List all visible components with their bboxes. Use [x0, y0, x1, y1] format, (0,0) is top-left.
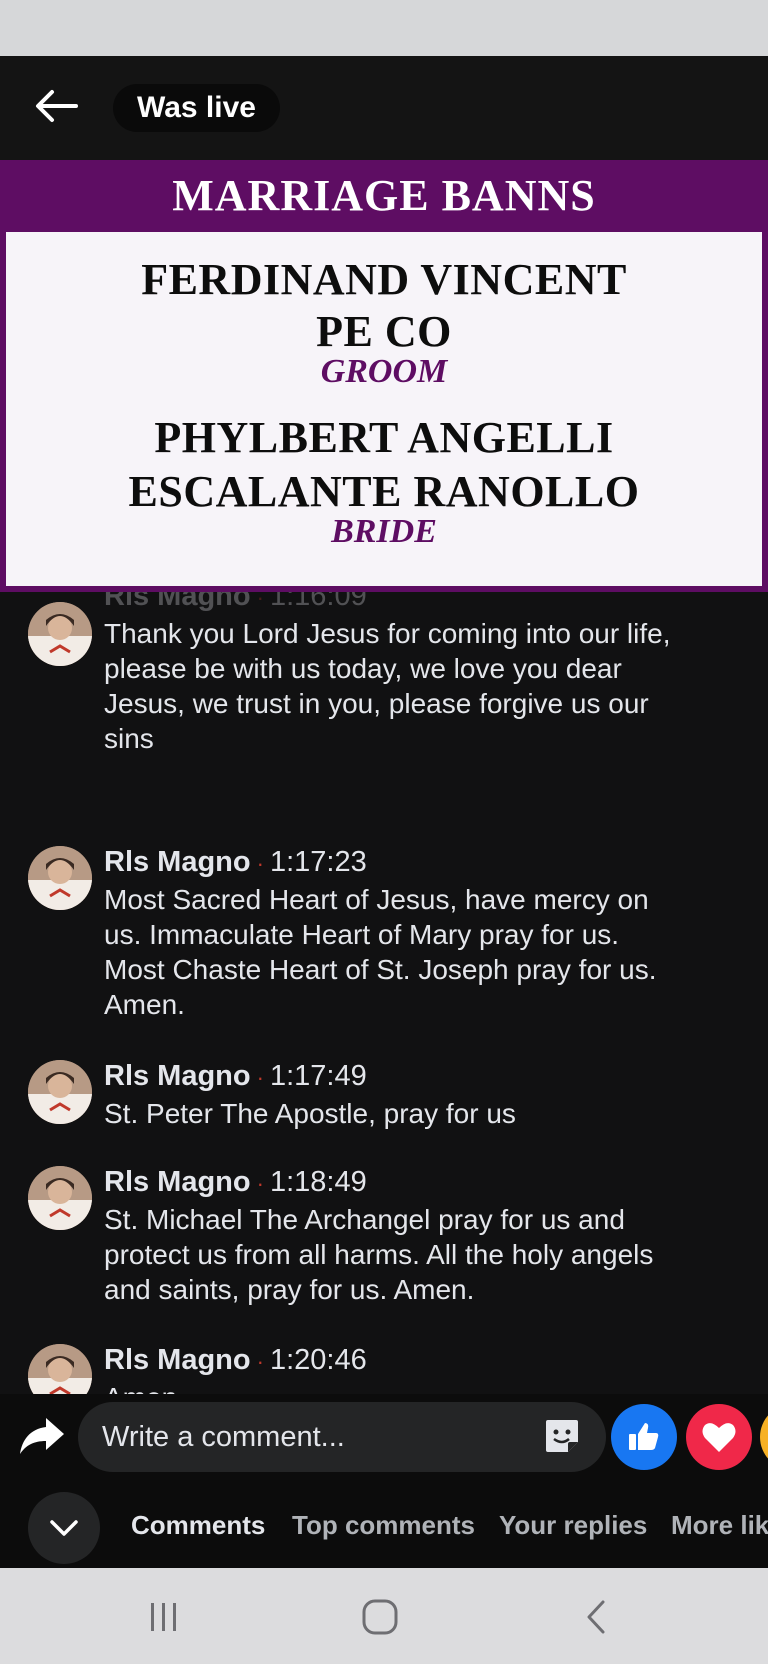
tab-top-comments[interactable]: Top comments — [292, 1482, 475, 1568]
love-reaction-button[interactable] — [686, 1404, 752, 1470]
avatar[interactable] — [28, 1060, 92, 1124]
top-bar: Was live — [0, 56, 768, 160]
comment-composer: Write a comment... — [0, 1394, 768, 1482]
recent-apps-icon — [151, 1603, 176, 1631]
sticker-icon — [546, 1420, 578, 1452]
video-frame-marriage-banns[interactable]: MARRIAGE BANNS FERDINAND VINCENT PE CO G… — [0, 160, 768, 592]
comment-filter-tabs: Comments Top comments Your replies More … — [0, 1482, 768, 1568]
share-button[interactable] — [18, 1414, 66, 1458]
back-button[interactable] — [28, 80, 84, 132]
comments-list[interactable]: Rls Magno · 1:16:09 Thank you Lord Jesus f… — [0, 592, 768, 1454]
was-live-label: Was live — [137, 91, 256, 124]
comment-author[interactable]: Rls Magno — [104, 1166, 251, 1198]
comment-time[interactable]: 1:17:49 — [270, 1060, 367, 1092]
collapse-button[interactable] — [28, 1492, 100, 1564]
comment-time[interactable]: 1:16:09 — [270, 592, 367, 612]
separator-dot: · — [256, 851, 264, 876]
separator-dot: · — [256, 592, 264, 610]
avatar[interactable] — [28, 1166, 92, 1230]
back-arrow-icon — [36, 90, 78, 122]
banner-names-card: FERDINAND VINCENT PE CO GROOM PHYLBERT A… — [6, 232, 762, 586]
nav-back-icon — [587, 1600, 605, 1634]
recent-apps-button[interactable] — [134, 1590, 194, 1644]
comment-author[interactable]: Rls Magno — [104, 1060, 251, 1092]
home-icon — [362, 1599, 398, 1635]
comment-input[interactable]: Write a comment... — [78, 1402, 606, 1472]
comment-author[interactable]: Rls Magno — [104, 846, 251, 878]
comment-text: St. Peter The Apostle, pray for us — [104, 1098, 516, 1129]
comment-text: Thank you Lord Jesus for coming into our… — [104, 618, 671, 754]
tab-comments[interactable]: Comments — [131, 1482, 265, 1568]
comment-input-placeholder: Write a comment... — [102, 1420, 345, 1453]
tab-more-like[interactable]: More like — [671, 1482, 768, 1568]
comment-time[interactable]: 1:20:46 — [270, 1344, 367, 1376]
separator-dot: · — [256, 1065, 264, 1090]
comment-time[interactable]: 1:18:49 — [270, 1166, 367, 1198]
home-button[interactable] — [350, 1590, 410, 1644]
system-navigation-bar — [0, 1568, 768, 1664]
avatar[interactable] — [28, 846, 92, 910]
avatar[interactable] — [28, 602, 92, 666]
separator-dot: · — [256, 1171, 264, 1196]
like-reaction-button[interactable] — [611, 1404, 677, 1470]
was-live-badge: Was live — [113, 84, 280, 132]
banner-title: MARRIAGE BANNS — [172, 171, 596, 220]
tab-your-replies[interactable]: Your replies — [499, 1482, 647, 1568]
bride-role: BRIDE — [331, 513, 437, 550]
status-bar — [0, 0, 768, 56]
groom-name-line-1: FERDINAND VINCENT — [141, 255, 627, 304]
like-reaction-icon — [629, 1423, 659, 1450]
live-video-comments-screen: Was live MARRIAGE BANNS FERDINAND VINCEN… — [0, 56, 768, 1568]
comment-time[interactable]: 1:17:23 — [270, 846, 367, 878]
share-arrow-icon — [20, 1418, 64, 1454]
bride-name-line-1: PHYLBERT ANGELLI — [154, 413, 614, 462]
more-reactions-button[interactable] — [760, 1404, 768, 1470]
comment-author[interactable]: Rls Magno — [104, 592, 251, 612]
comment-text: Most Sacred Heart of Jesus, have mercy o… — [104, 884, 657, 1020]
nav-back-button[interactable] — [566, 1590, 626, 1644]
sticker-button[interactable] — [542, 1416, 586, 1460]
chevron-down-icon — [50, 1520, 78, 1536]
love-reaction-icon — [702, 1423, 736, 1452]
groom-role: GROOM — [320, 353, 448, 390]
comment-text: St. Michael The Archangel pray for us an… — [104, 1204, 654, 1305]
separator-dot: · — [256, 1349, 264, 1374]
comment-author[interactable]: Rls Magno — [104, 1344, 251, 1376]
